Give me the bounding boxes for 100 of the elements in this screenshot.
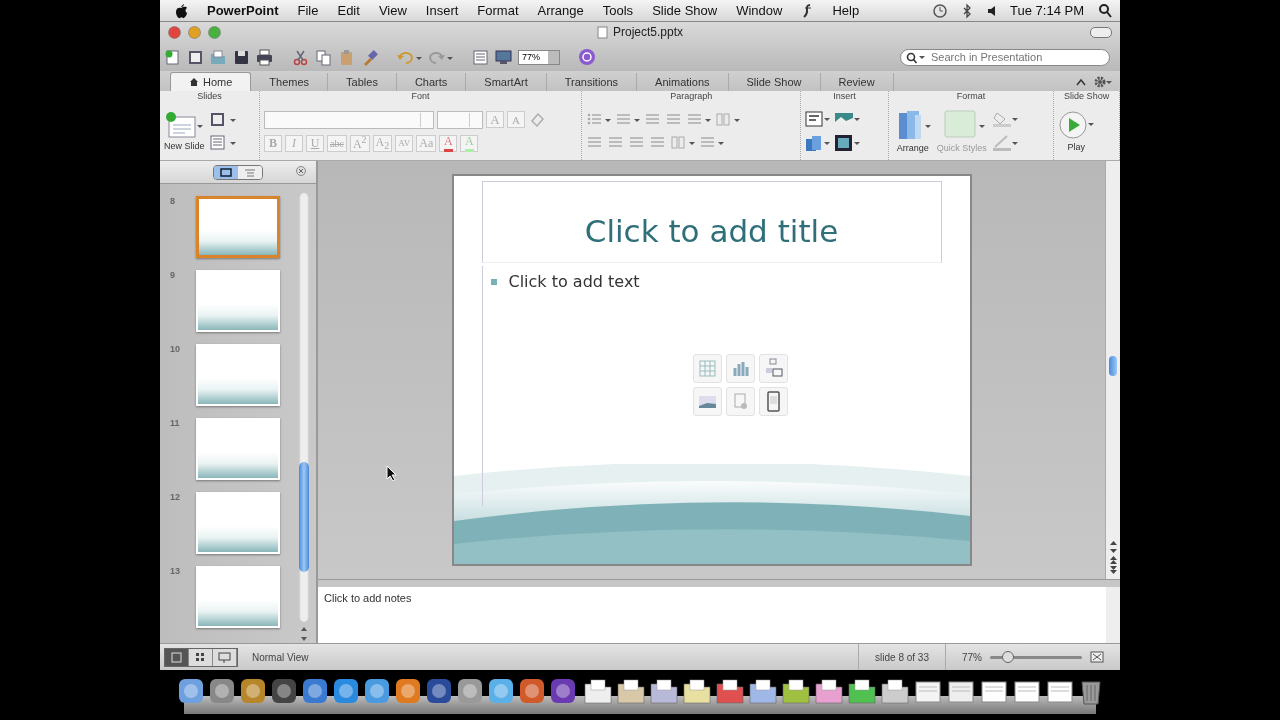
ribbon-tab[interactable]: Themes: [251, 73, 329, 91]
gallery-icon[interactable]: [187, 48, 205, 66]
apple-icon[interactable]: [174, 2, 188, 19]
outline-view-tab[interactable]: [238, 165, 262, 179]
ribbon-tab[interactable]: Transitions: [546, 73, 638, 91]
folder-icon[interactable]: [747, 676, 778, 706]
insert-smartart-icon[interactable]: [758, 354, 788, 383]
app-icon[interactable]: [517, 676, 546, 706]
title-placeholder[interactable]: Click to add title: [481, 181, 942, 263]
view-toggle[interactable]: [213, 164, 263, 180]
menu-item[interactable]: File: [297, 3, 319, 18]
ribbon-tab[interactable]: Review: [820, 73, 894, 91]
app-icon[interactable]: [269, 676, 298, 706]
toolbox-icon[interactable]: [578, 48, 596, 66]
app-icon[interactable]: [238, 676, 267, 706]
scrollbar-thumb[interactable]: [299, 462, 309, 572]
bluetooth-icon[interactable]: [962, 2, 973, 19]
menu-item[interactable]: Edit: [337, 3, 360, 18]
app-icon[interactable]: [300, 676, 329, 706]
menu-item[interactable]: Insert: [425, 3, 459, 18]
slide[interactable]: Click to add title Click to add text: [451, 174, 972, 566]
slide-list-icon[interactable]: [472, 48, 490, 66]
menu-item[interactable]: Tools: [602, 3, 634, 18]
previous-slide-icon[interactable]: [1108, 555, 1118, 565]
menu-item[interactable]: Help: [832, 3, 860, 18]
fit-to-window-icon[interactable]: [1090, 651, 1104, 663]
folder-icon[interactable]: [681, 676, 712, 706]
zoom-field[interactable]: 77%: [518, 49, 560, 65]
ribbon-tab[interactable]: Charts: [396, 73, 467, 91]
folder-icon[interactable]: [582, 676, 613, 706]
insert-clip-art-icon[interactable]: [725, 387, 755, 416]
app-icon[interactable]: [207, 676, 236, 706]
picture-icon[interactable]: [834, 110, 861, 128]
text-box-icon[interactable]: [805, 110, 832, 128]
font-name-field[interactable]: [264, 110, 434, 129]
font-size-field[interactable]: [437, 110, 483, 129]
view-buttons[interactable]: [164, 647, 238, 667]
shapes-icon[interactable]: [805, 134, 832, 152]
new-slide-button[interactable]: New Slide: [164, 111, 205, 151]
app-menu[interactable]: PowerPoint: [207, 3, 279, 18]
next-slide-icon[interactable]: [1108, 565, 1118, 575]
scroll-up-arrow-icon[interactable]: [1108, 539, 1118, 547]
print-icon[interactable]: [256, 48, 274, 66]
folder-icon[interactable]: [648, 676, 679, 706]
scrollbar-thumb[interactable]: [1109, 356, 1117, 376]
play-button[interactable]: Play: [1058, 110, 1095, 152]
menu-item[interactable]: Format: [477, 3, 519, 18]
search-field[interactable]: Search in Presentation: [900, 48, 1110, 66]
section-icon[interactable]: [208, 134, 237, 151]
folder-icon[interactable]: [780, 676, 811, 706]
app-icon[interactable]: [393, 676, 422, 706]
scroll-down-arrow-icon[interactable]: [1108, 547, 1118, 555]
slider-thumb[interactable]: [1002, 650, 1015, 663]
copy-icon[interactable]: [315, 48, 333, 66]
app-icon[interactable]: [331, 676, 360, 706]
new-presentation-icon[interactable]: [164, 48, 182, 66]
layout-icon[interactable]: [208, 111, 237, 128]
save-icon[interactable]: [233, 48, 251, 66]
time-machine-icon[interactable]: [932, 2, 949, 19]
ribbon-tab[interactable]: Slide Show: [728, 73, 821, 91]
slide-sorter-button[interactable]: [189, 648, 213, 666]
toolbar-toggle-button[interactable]: [1090, 27, 1112, 38]
app-icon[interactable]: [486, 676, 515, 706]
ribbon-tab[interactable]: Home: [170, 72, 252, 91]
folder-icon[interactable]: [846, 676, 877, 706]
folder-icon[interactable]: [714, 676, 745, 706]
app-icon[interactable]: [362, 676, 391, 706]
open-icon[interactable]: [210, 48, 228, 66]
menu-item[interactable]: Slide Show: [652, 3, 718, 18]
app-icon[interactable]: [424, 676, 453, 706]
folder-icon[interactable]: [615, 676, 646, 706]
folder-icon[interactable]: [813, 676, 844, 706]
insert-picture-icon[interactable]: [692, 387, 722, 416]
insert-movie-icon[interactable]: [758, 387, 788, 416]
ribbon-tab[interactable]: SmartArt: [466, 73, 547, 91]
close-button[interactable]: [168, 26, 181, 39]
slides-view-tab[interactable]: [214, 165, 238, 179]
ribbon-tab[interactable]: Animations: [637, 73, 729, 91]
menu-item[interactable]: Arrange: [537, 3, 584, 18]
slide-show-view-button[interactable]: [213, 648, 237, 666]
app-icon[interactable]: [176, 676, 205, 706]
script-menu-icon[interactable]: [801, 2, 814, 19]
insert-chart-icon[interactable]: [725, 354, 755, 383]
menu-item[interactable]: Window: [736, 3, 783, 18]
collapse-ribbon-icon[interactable]: [1076, 78, 1086, 86]
ribbon-tab[interactable]: Tables: [328, 73, 397, 91]
scroll-arrows-icon[interactable]: [300, 625, 308, 643]
notes-text[interactable]: Click to add notes: [324, 592, 412, 604]
menu-item[interactable]: View: [378, 3, 407, 18]
slide-show-icon[interactable]: [495, 48, 513, 66]
app-icon[interactable]: [548, 676, 577, 706]
folder-icon[interactable]: [879, 676, 910, 706]
close-pane-icon[interactable]: [296, 166, 306, 176]
arrange-button[interactable]: Arrange: [892, 109, 933, 153]
cut-icon[interactable]: [292, 48, 310, 66]
search-icon[interactable]: [1098, 2, 1112, 19]
gear-icon[interactable]: [1094, 76, 1112, 88]
app-icon[interactable]: [455, 676, 484, 706]
media-icon[interactable]: [834, 134, 861, 152]
slide-thumbnail[interactable]: [196, 196, 280, 258]
